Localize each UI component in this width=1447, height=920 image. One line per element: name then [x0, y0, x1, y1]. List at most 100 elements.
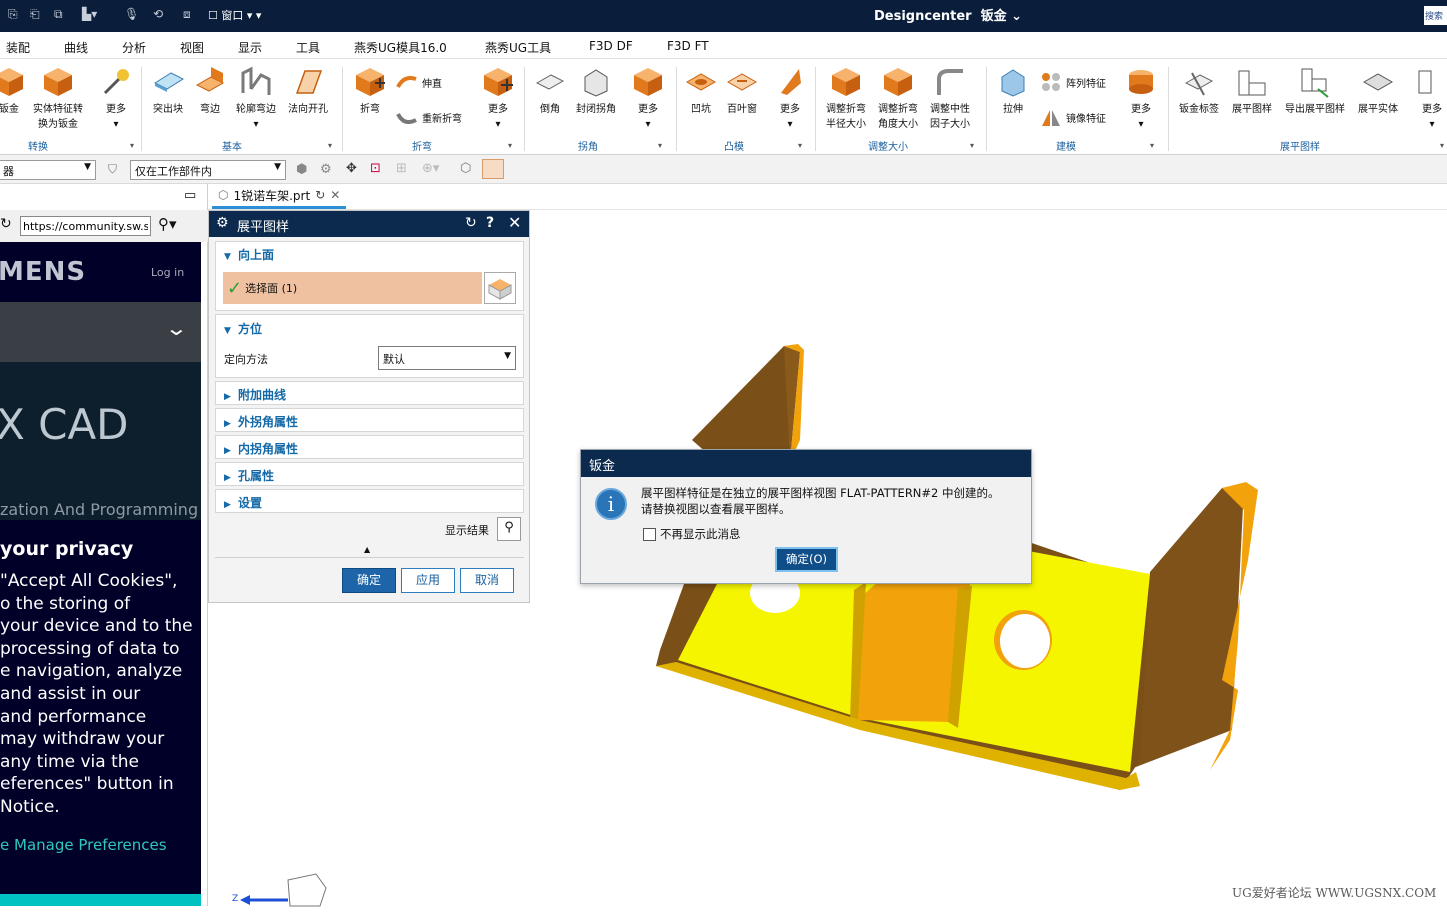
- cube-view-icon[interactable]: ⬡: [460, 161, 471, 176]
- louver-button[interactable]: 百叶窗: [722, 65, 762, 117]
- closed-corner-button[interactable]: 封闭拐角: [572, 65, 620, 117]
- microphone-icon[interactable]: 🎙: [124, 7, 139, 21]
- pattern-feature-button[interactable]: 阵列特征: [1040, 71, 1106, 93]
- resize-neutral-factor-button[interactable]: 调整中性 因子大小: [926, 65, 974, 132]
- menu-f3d-ft[interactable]: F3D FT: [667, 39, 709, 53]
- section-outer-corner[interactable]: ▶ 外拐角属性: [215, 408, 524, 432]
- section-additional-curves[interactable]: ▶ 附加曲线: [215, 381, 524, 405]
- help-icon[interactable]: ?: [486, 215, 494, 231]
- rebend-button[interactable]: 重新折弯: [396, 106, 462, 128]
- resize-bend-radius-button[interactable]: 调整折弯 半径大小: [822, 65, 870, 132]
- filter-icon[interactable]: ⛉: [108, 162, 117, 177]
- section-header[interactable]: ▶ 附加曲线: [224, 386, 286, 403]
- chevron-down-icon[interactable]: ▾: [328, 141, 332, 150]
- assembly-view-icon[interactable]: [482, 159, 504, 179]
- window-menu[interactable]: ☐ 窗口 ▾ ▾: [208, 7, 261, 23]
- maximize-icon[interactable]: ▭: [184, 188, 196, 203]
- type-filter-select[interactable]: 器 ▼: [0, 160, 96, 180]
- chevron-down-icon[interactable]: ▾: [1150, 141, 1154, 150]
- layout-icon[interactable]: ▙▾: [82, 7, 97, 21]
- face-selector-button[interactable]: [484, 272, 516, 304]
- apply-button[interactable]: 应用: [401, 568, 455, 593]
- switch-window-icon[interactable]: ⧈: [183, 7, 191, 22]
- chevron-down-icon[interactable]: ▾: [508, 141, 512, 150]
- mirror-feature-button[interactable]: 镜像特征: [1040, 106, 1106, 128]
- orient-method-select[interactable]: 默认 ▼: [378, 346, 516, 370]
- snap-point-icon[interactable]: ⊡: [370, 161, 381, 176]
- more-modeling-button[interactable]: 更多 ▾: [1122, 65, 1160, 132]
- extrude-button[interactable]: 拉伸: [994, 65, 1032, 117]
- refresh-icon[interactable]: ↻: [315, 188, 325, 202]
- unbend-button[interactable]: 伸直: [396, 71, 442, 93]
- select-feature-icon[interactable]: ⬢: [296, 162, 307, 177]
- cancel-button[interactable]: 取消: [460, 568, 514, 593]
- menu-f3d-df[interactable]: F3D DF: [589, 39, 633, 53]
- manage-preferences-link[interactable]: e Manage Preferences: [0, 836, 167, 854]
- sheetmetal-button[interactable]: 钣金: [0, 65, 26, 117]
- section-inner-corner[interactable]: ▶ 内拐角属性: [215, 435, 524, 459]
- bend-button[interactable]: 折弯: [352, 65, 388, 117]
- snap-plus-icon[interactable]: ⊕▾: [422, 161, 439, 176]
- touch-mode-icon[interactable]: ⟲: [153, 7, 163, 21]
- chevron-down-icon[interactable]: ▾: [658, 141, 662, 150]
- url-input[interactable]: [20, 216, 151, 236]
- reset-icon[interactable]: ↻: [465, 215, 477, 231]
- section-header[interactable]: ▶ 孔属性: [224, 467, 274, 484]
- checkbox-box[interactable]: [643, 527, 656, 541]
- select-body-icon[interactable]: ⚙: [320, 162, 332, 177]
- chevron-down-icon[interactable]: ▾: [970, 141, 974, 150]
- undo-icon[interactable]: ⎘: [8, 7, 18, 22]
- login-link[interactable]: Log in: [151, 266, 184, 279]
- show-result-icon[interactable]: ⚲: [497, 517, 521, 541]
- accept-cookies-button[interactable]: [0, 894, 201, 906]
- dont-show-again-checkbox[interactable]: 不再显示此消息: [643, 526, 741, 542]
- select-face-field[interactable]: ✓ 选择面 (1): [223, 272, 482, 304]
- sheetmetal-tag-button[interactable]: 钣金标签: [1174, 65, 1224, 117]
- close-icon[interactable]: ✕: [508, 213, 521, 232]
- gear-icon[interactable]: ⚙: [216, 215, 229, 231]
- chamfer-button[interactable]: 倒角: [532, 65, 568, 117]
- resize-bend-angle-button[interactable]: 调整折弯 角度大小: [874, 65, 922, 132]
- dimple-button[interactable]: 凹坑: [684, 65, 718, 117]
- section-header[interactable]: ▼ 向上面: [224, 246, 274, 263]
- binoculars-icon[interactable]: ⚲▾: [158, 215, 177, 233]
- web-nav-dropdown[interactable]: ⌄: [0, 302, 201, 362]
- chevron-down-icon[interactable]: ▾: [130, 141, 134, 150]
- menu-display[interactable]: 显示: [238, 39, 262, 56]
- menu-yanxiu-tools[interactable]: 燕秀UG工具: [485, 39, 551, 56]
- more-convert-button[interactable]: 更多 ▾: [98, 65, 134, 132]
- section-hole-properties[interactable]: ▶ 孔属性: [215, 462, 524, 486]
- menu-view[interactable]: 视图: [180, 39, 204, 56]
- menu-curve[interactable]: 曲线: [64, 39, 88, 56]
- more-flat-button[interactable]: 更多 ▾: [1412, 65, 1447, 132]
- flat-solid-button[interactable]: 展平实体: [1354, 65, 1402, 117]
- more-bend-button[interactable]: 更多 ▾: [480, 65, 516, 132]
- menu-assembly[interactable]: 装配: [6, 39, 30, 56]
- more-punch-button[interactable]: 更多 ▾: [772, 65, 808, 132]
- paste-icon[interactable]: ⎗: [30, 7, 40, 22]
- refresh-icon[interactable]: ↻: [0, 216, 12, 232]
- chevron-down-icon[interactable]: ▾: [1440, 141, 1444, 150]
- chevron-down-icon[interactable]: ▾: [798, 141, 802, 150]
- section-header[interactable]: ▶ 设置: [224, 494, 262, 511]
- tab-button[interactable]: 突出块: [148, 65, 188, 117]
- section-settings[interactable]: ▶ 设置: [215, 489, 524, 513]
- flange-button[interactable]: 弯边: [192, 65, 228, 117]
- scope-select[interactable]: 仅在工作部件内 ▼: [130, 160, 286, 180]
- snap-icon[interactable]: ✥: [346, 161, 357, 176]
- menu-yanxiu-mold[interactable]: 燕秀UG模具16.0: [354, 39, 447, 56]
- flat-pattern-button[interactable]: 展平图样: [1228, 65, 1276, 117]
- ok-button[interactable]: 确定: [342, 568, 396, 593]
- section-header[interactable]: ▼ 方位: [224, 320, 262, 337]
- convert-to-sheetmetal-button[interactable]: 实体特征转 换为钣金: [28, 65, 88, 132]
- menu-analysis[interactable]: 分析: [122, 39, 146, 56]
- menu-tools[interactable]: 工具: [296, 39, 320, 56]
- export-flat-pattern-button[interactable]: 导出展平图样: [1280, 65, 1350, 117]
- repeat-icon[interactable]: ⧉: [54, 7, 63, 22]
- message-ok-button[interactable]: 确定(O): [775, 547, 838, 572]
- close-icon[interactable]: ✕: [330, 188, 340, 202]
- normal-cutout-button[interactable]: 法向开孔: [284, 65, 332, 117]
- section-header[interactable]: ▶ 外拐角属性: [224, 413, 298, 430]
- more-corner-button[interactable]: 更多 ▾: [630, 65, 666, 132]
- snap-grid-icon[interactable]: ⊞: [396, 161, 407, 176]
